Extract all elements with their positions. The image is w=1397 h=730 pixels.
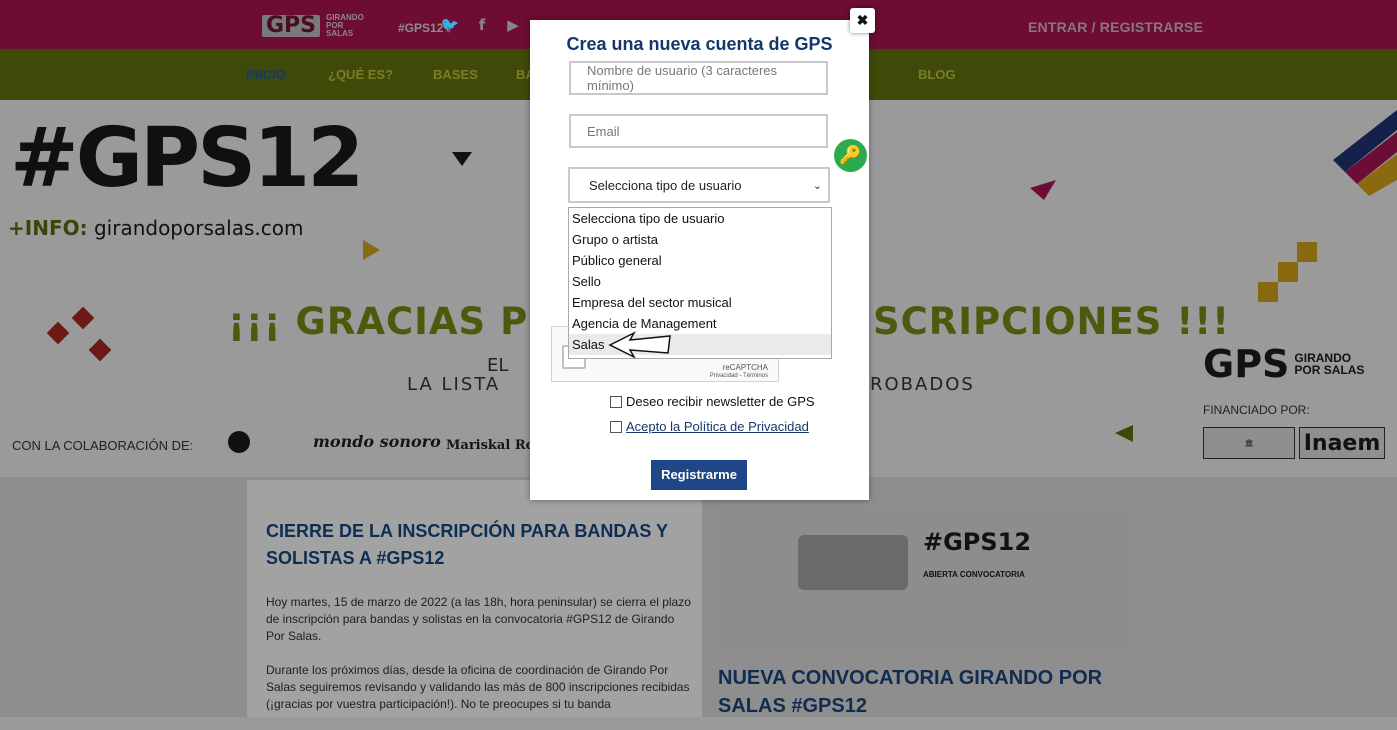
facebook-icon[interactable]: f [472,16,492,36]
privacy-link[interactable]: Acepto la Política de Privacidad [626,419,809,434]
promo-title: #GPS12 [923,528,1032,556]
gps-right-logo: GPS GIRANDO POR SALAS [1203,345,1364,383]
logo-mark: GPS [262,15,321,37]
news-left-body: Hoy martes, 15 de marzo de 2022 (a las 1… [266,594,696,730]
promo-subtitle: ABIERTA CONVOCATORIA [923,570,1025,579]
ministry-logo: 🏛 [1203,427,1295,459]
logo-subtitle: GIRANDO POR SALAS [326,13,364,38]
chevron-down-icon: ⌄ [812,180,822,192]
recaptcha-links[interactable]: Privacidad - Términos [710,373,768,379]
modal-title: Crea una nueva cuenta de GPS [566,34,833,54]
username-input[interactable]: Nombre de usuario (3 caracteres mínimo) [569,61,828,95]
nav-que-es[interactable]: ¿QUÉ ES? [328,67,393,82]
hero-el: EL [487,355,509,376]
youtube-icon[interactable]: ▶ [503,16,523,36]
option-grupo[interactable]: Grupo o artista [569,229,831,250]
option-empresa[interactable]: Empresa del sector musical [569,292,831,313]
login-register-link[interactable]: ENTRAR / REGISTRARSE [1028,19,1203,35]
hero-aprobados: ROBADOS [870,374,975,395]
van-illustration [798,535,908,590]
partner-circle-logo [228,431,250,453]
option-sello[interactable]: Sello [569,271,831,292]
gps-right-mark: GPS [1203,342,1290,386]
collaboration-label: CON LA COLABORACIÓN DE: [12,438,194,453]
site-logo[interactable]: GPS GIRANDO POR SALAS [262,14,366,38]
financiado-label: FINANCIADO POR: [1203,403,1310,417]
nav-bases[interactable]: BASES [433,67,478,82]
newsletter-row[interactable]: Deseo recibir newsletter de GPS [610,394,815,409]
partner-mondo-logo: mondo sonoro [313,432,441,451]
twitter-icon[interactable]: 🐦 [440,16,460,36]
option-default[interactable]: Selecciona tipo de usuario [569,208,831,229]
option-publico[interactable]: Público general [569,250,831,271]
inaem-logo: Inaem [1299,427,1385,459]
close-icon[interactable]: ✖ [850,8,875,33]
news-paragraph-1: Hoy martes, 15 de marzo de 2022 (a las 1… [266,595,691,643]
hero-lista: LA LISTA [407,374,501,395]
recaptcha-label: reCAPTCHA [722,363,768,372]
select-value: Selecciona tipo de usuario [589,177,742,193]
key-icon[interactable]: 🔑 [834,139,867,172]
nav-blog[interactable]: BLOG [918,67,956,82]
promo-image[interactable]: #GPS12 ABIERTA CONVOCATORIA [718,510,1134,653]
register-button[interactable]: Registrarme [651,460,747,490]
pointer-arrow-icon [608,331,671,359]
email-input[interactable]: Email [569,114,828,148]
gracias-left: ¡¡¡ GRACIAS PO [228,300,561,343]
privacy-checkbox[interactable] [610,420,622,433]
news-left-title[interactable]: CIERRE DE LA INSCRIPCIÓN PARA BANDAS Y S… [266,518,686,572]
hashtag-link[interactable]: #GPS12 [398,21,443,35]
newsletter-label: Deseo recibir newsletter de GPS [626,394,815,409]
gracias-right: SCRIPCIONES !!! [873,300,1230,343]
privacy-row[interactable]: Acepto la Política de Privacidad [610,419,809,434]
nav-inicio[interactable]: INICIO [246,67,286,82]
news-paragraph-2: Durante los próximos días, desde la ofic… [266,663,690,711]
funders-logos: 🏛 Inaem [1203,427,1385,459]
news-right-title[interactable]: NUEVA CONVOCATORIA GIRANDO POR SALAS #GP… [718,664,1138,720]
newsletter-checkbox[interactable] [610,395,622,408]
gps-right-sub: GIRANDO POR SALAS [1294,351,1365,377]
user-type-select[interactable]: Selecciona tipo de usuario ⌄ [568,167,830,203]
